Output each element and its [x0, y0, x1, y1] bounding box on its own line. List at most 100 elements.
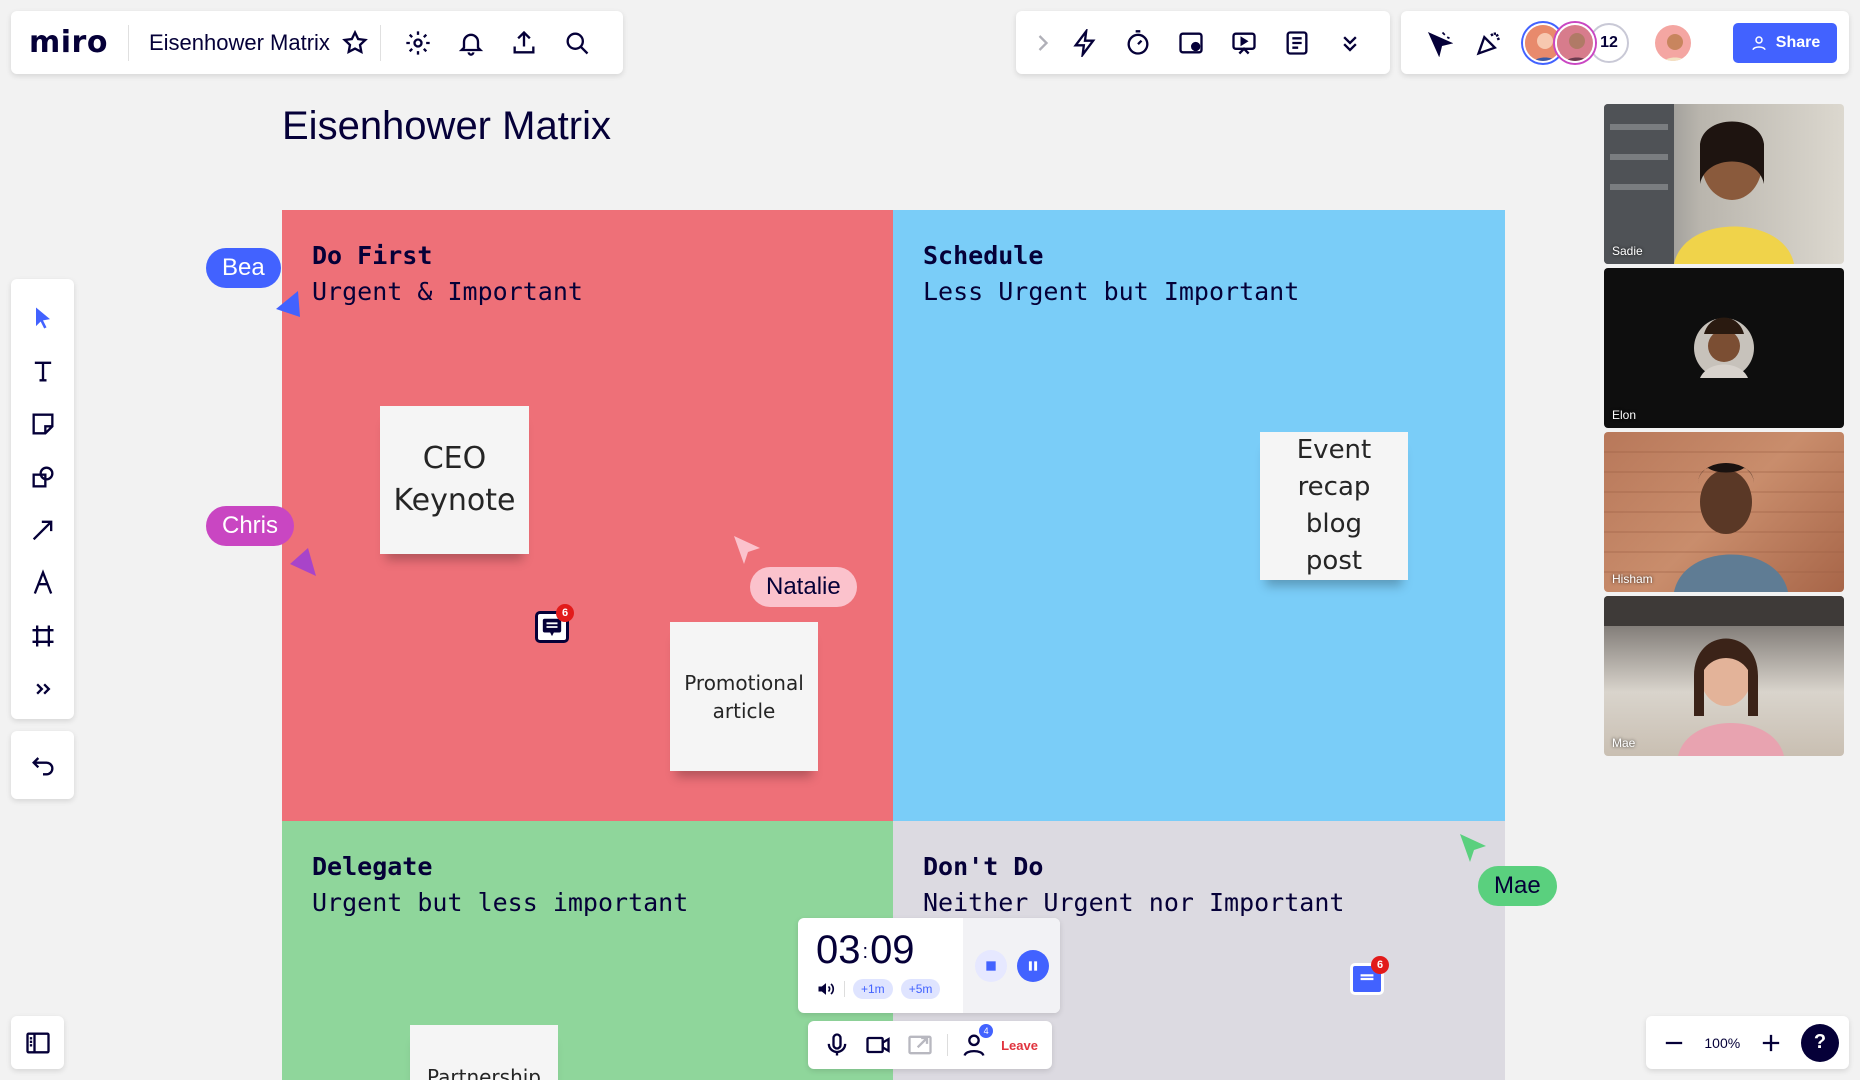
zoom-out-icon[interactable]	[1656, 1025, 1692, 1061]
cursor-arrow-icon	[734, 536, 760, 564]
participant-name: Elon	[1612, 408, 1637, 422]
sidebar-toggle[interactable]	[11, 1016, 64, 1069]
add-1-minute-button[interactable]: +1m	[853, 979, 893, 999]
cursor-label-bea: Bea	[206, 248, 281, 288]
participant-video	[1604, 451, 1844, 592]
header-divider	[379, 24, 381, 61]
sticky-note[interactable]: Event recap blog post	[1260, 432, 1408, 580]
quadrant-schedule[interactable]: Schedule Less Urgent but Important	[893, 210, 1505, 821]
cursor-arrow-icon	[1460, 834, 1486, 862]
search-icon[interactable]	[555, 21, 599, 65]
participants-icon[interactable]: 4	[960, 1024, 994, 1060]
sticky-note[interactable]: Partnership	[410, 1025, 558, 1080]
miro-logo[interactable]: miro	[29, 25, 108, 60]
leave-call-button[interactable]: Leave	[1001, 1038, 1038, 1053]
sticky-note-icon[interactable]	[21, 397, 65, 450]
quadrant-title: Don't Do	[923, 852, 1044, 881]
sticky-text: Promotional article	[684, 670, 804, 723]
arrow-line-icon[interactable]	[21, 503, 65, 556]
pause-icon	[1028, 960, 1037, 971]
undo-icon[interactable]	[21, 743, 65, 787]
comment-count-badge: 6	[556, 604, 574, 622]
help-button[interactable]: ?	[1800, 1023, 1839, 1062]
lightning-icon[interactable]	[1058, 21, 1111, 65]
cursor-label-natalie: Natalie	[750, 567, 857, 607]
cursor-select-icon[interactable]	[1417, 21, 1461, 65]
sticky-text: CEO Keynote	[393, 441, 516, 518]
stop-icon	[985, 960, 996, 971]
sticky-text: Event recap blog post	[1296, 435, 1372, 576]
add-5-minutes-button[interactable]: +5m	[900, 979, 941, 999]
timer-seconds: 09	[870, 928, 915, 972]
quadrant-title: Do First	[312, 241, 433, 270]
chevron-right-icon[interactable]	[1028, 21, 1058, 65]
sticky-note[interactable]: CEO Keynote	[380, 406, 529, 554]
collaborator-count[interactable]: 12	[1589, 22, 1629, 63]
timer-divider	[844, 981, 845, 997]
timer-minutes: 03	[816, 928, 861, 972]
header-divider	[127, 24, 129, 61]
sidebar-panel-icon[interactable]	[16, 1021, 60, 1065]
presentation-icon[interactable]	[1217, 21, 1270, 65]
camera-icon[interactable]	[864, 1030, 894, 1060]
collaboration-toolbar	[1016, 11, 1390, 74]
user-panel: 12 Share	[1401, 11, 1849, 74]
microphone-icon[interactable]	[822, 1030, 852, 1060]
undo-panel	[11, 731, 74, 799]
zoom-level[interactable]: 100%	[1704, 1035, 1740, 1051]
share-label: Share	[1775, 34, 1821, 51]
frame-icon[interactable]	[21, 609, 65, 662]
board-name[interactable]: Eisenhower Matrix	[149, 30, 330, 56]
cursor-label-mae: Mae	[1478, 866, 1557, 906]
chevrons-down-icon[interactable]	[1323, 21, 1376, 65]
user-icon	[1752, 36, 1766, 51]
timer-icon[interactable]	[1111, 21, 1164, 65]
call-divider	[946, 1034, 948, 1056]
video-card-icon[interactable]	[1164, 21, 1217, 65]
quadrant-subtitle: Urgent but less important	[312, 888, 689, 917]
pause-timer-button[interactable]	[1016, 949, 1049, 982]
video-tile[interactable]: Hisham	[1604, 432, 1844, 592]
avatar[interactable]	[1555, 22, 1595, 63]
quadrant-subtitle: Urgent & Important	[312, 277, 583, 306]
select-cursor-icon[interactable]	[21, 291, 65, 344]
star-icon[interactable]	[338, 21, 372, 65]
video-tile[interactable]: Sadie	[1604, 104, 1844, 264]
current-user-avatar[interactable]	[1653, 22, 1693, 63]
stop-timer-button[interactable]	[974, 949, 1007, 982]
share-button[interactable]: Share	[1733, 23, 1837, 63]
board-title[interactable]: Eisenhower Matrix	[282, 104, 611, 149]
video-tile[interactable]: Elon	[1604, 268, 1844, 428]
shapes-icon[interactable]	[21, 450, 65, 503]
participant-name: Mae	[1612, 736, 1636, 750]
creation-toolbar	[11, 279, 74, 719]
notes-icon[interactable]	[1270, 21, 1323, 65]
board-header: miro Eisenhower Matrix	[11, 11, 623, 74]
zoom-in-icon[interactable]	[1753, 1025, 1789, 1061]
zoom-controls: 100% ?	[1646, 1016, 1849, 1069]
participant-name: Hisham	[1612, 572, 1653, 586]
quadrant-title: Delegate	[312, 852, 433, 881]
comment-count-badge: 6	[1371, 956, 1389, 974]
video-tile[interactable]: Mae	[1604, 596, 1844, 756]
comment-marker[interactable]: 6	[535, 604, 574, 643]
comment-marker[interactable]: 6	[1350, 956, 1389, 995]
participant-video	[1604, 104, 1794, 264]
text-tool-icon[interactable]	[21, 344, 65, 397]
celebrate-icon[interactable]	[1467, 21, 1511, 65]
settings-gear-icon[interactable]	[396, 21, 440, 65]
cursor-label-chris: Chris	[206, 506, 295, 546]
sticky-note[interactable]: Promotional article	[670, 622, 818, 771]
more-tools-icon[interactable]	[21, 662, 65, 715]
sticky-text: Partnership	[426, 1065, 542, 1080]
screen-share-icon[interactable]	[905, 1030, 935, 1060]
volume-icon[interactable]	[816, 979, 836, 999]
collaborator-avatars[interactable]: 12	[1523, 22, 1629, 63]
cursor-arrow-icon	[276, 291, 300, 317]
bell-icon[interactable]	[449, 21, 493, 65]
participant-name: Sadie	[1612, 244, 1643, 258]
participant-video	[1604, 596, 1844, 756]
upload-icon[interactable]	[502, 21, 546, 65]
pen-icon[interactable]	[21, 556, 65, 609]
quadrant-subtitle: Less Urgent but Important	[923, 277, 1300, 306]
